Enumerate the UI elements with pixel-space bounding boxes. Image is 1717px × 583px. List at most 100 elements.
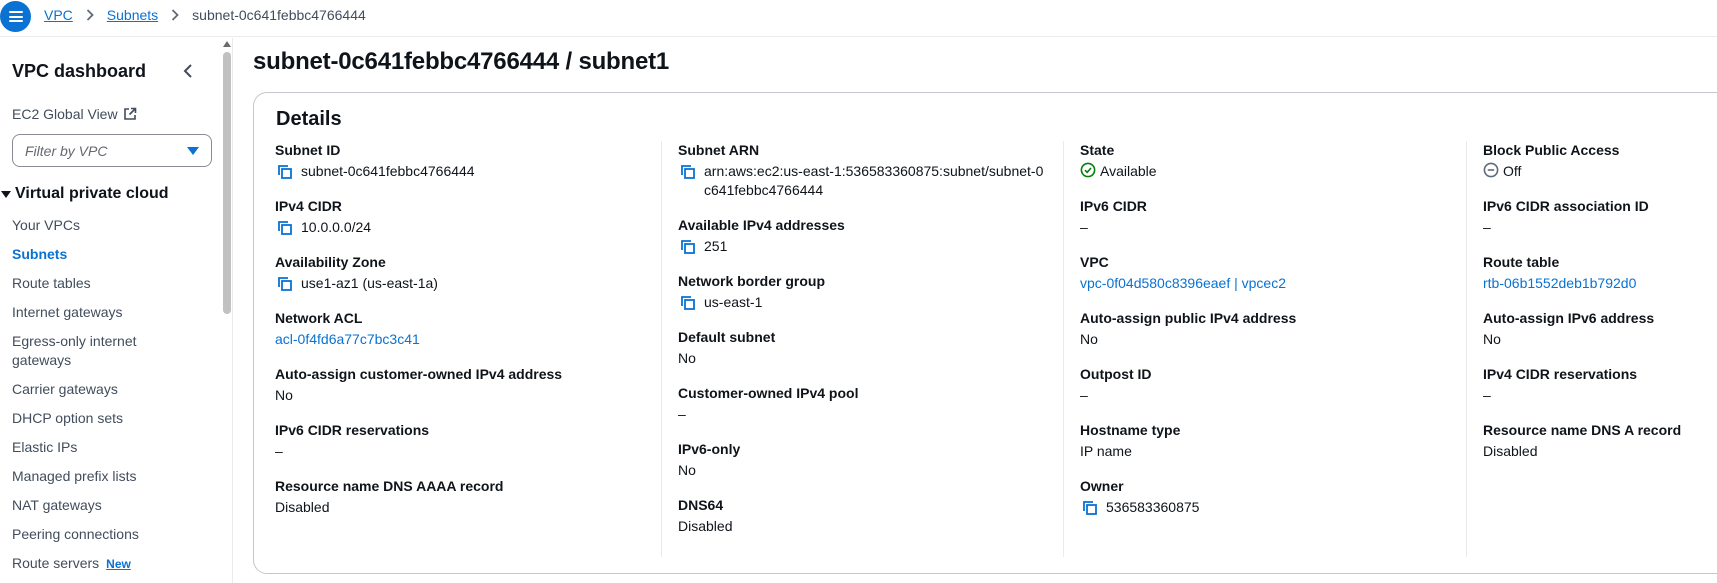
- field-route-table: Route table rtb-06b1552deb1b792d0: [1483, 253, 1717, 293]
- field-label: Owner: [1080, 478, 1124, 494]
- field-value: No: [1080, 331, 1098, 347]
- sidebar-title[interactable]: VPC dashboard: [12, 61, 146, 82]
- field-dns-aaaa-record: Resource name DNS AAAA record Disabled: [275, 477, 655, 517]
- field-label: State: [1080, 142, 1115, 158]
- sidebar-item-egress-only-internet-gateways[interactable]: Egress-only internet gateways: [12, 332, 162, 370]
- copy-icon[interactable]: [275, 162, 295, 181]
- details-column-2: Subnet ARN arn:aws:ec2:us-east-1:5365833…: [678, 141, 1058, 552]
- field-value: –: [1483, 387, 1491, 403]
- field-value: Off: [1483, 162, 1717, 181]
- field-ipv4-cidr-reservations: IPv4 CIDR reservations –: [1483, 365, 1717, 405]
- field-label: IPv4 CIDR reservations: [1483, 366, 1638, 382]
- column-divider: [661, 141, 662, 557]
- network-border-group-value: us-east-1: [704, 294, 763, 310]
- field-value: Disabled: [1483, 443, 1538, 459]
- field-owner: Owner 536583360875: [1080, 477, 1460, 517]
- field-dns64: DNS64 Disabled: [678, 496, 1058, 536]
- external-link-icon: [123, 107, 137, 121]
- sidebar-item-nat-gateways[interactable]: NAT gateways: [12, 496, 217, 515]
- sidebar-item-your-vpcs[interactable]: Your VPCs: [12, 216, 217, 235]
- field-label: Auto-assign public IPv4 address: [1080, 310, 1297, 326]
- sidebar-item-dhcp-option-sets[interactable]: DHCP option sets: [12, 409, 217, 428]
- field-ipv6-cidr-reservations: IPv6 CIDR reservations –: [275, 421, 655, 461]
- field-value: –: [678, 406, 686, 422]
- ipv4-cidr-value: 10.0.0.0/24: [301, 219, 372, 235]
- field-subnet-id: Subnet ID subnet-0c641febbc4766444: [275, 141, 655, 181]
- field-ipv6-only: IPv6-only No: [678, 440, 1058, 480]
- sidebar-item-subnets[interactable]: Subnets: [12, 245, 217, 264]
- breadcrumb: VPC Subnets subnet-0c641febbc4766444: [44, 7, 366, 23]
- details-column-1: Subnet ID subnet-0c641febbc4766444 IPv4 …: [275, 141, 655, 533]
- sidebar: VPC dashboard EC2 Global View Filter by …: [0, 38, 233, 583]
- field-value: –: [275, 443, 283, 459]
- field-auto-assign-public-ipv4: Auto-assign public IPv4 address No: [1080, 309, 1460, 349]
- field-label: Subnet ID: [275, 142, 341, 158]
- sidebar-item-carrier-gateways[interactable]: Carrier gateways: [12, 380, 217, 399]
- ec2-global-view-label: EC2 Global View: [12, 106, 118, 122]
- available-ipv4-value: 251: [704, 238, 728, 254]
- field-ipv6-cidr: IPv6 CIDR –: [1080, 197, 1460, 237]
- field-label: IPv6 CIDR reservations: [275, 422, 430, 438]
- field-availability-zone: Availability Zone use1-az1 (us-east-1a): [275, 253, 655, 293]
- field-network-acl: Network ACL acl-0f4fd6a77c7bc3c41: [275, 309, 655, 349]
- field-label: Auto-assign customer-owned IPv4 address: [275, 366, 563, 382]
- copy-icon[interactable]: [678, 293, 698, 312]
- field-label: Default subnet: [678, 329, 776, 345]
- breadcrumb-vpc[interactable]: VPC: [44, 7, 73, 23]
- copy-icon[interactable]: [275, 274, 295, 293]
- scrollbar-thumb[interactable]: [223, 52, 231, 314]
- sidebar-item-managed-prefix-lists[interactable]: Managed prefix lists: [12, 467, 217, 486]
- field-label: Resource name DNS AAAA record: [275, 478, 504, 494]
- breadcrumb-subnets[interactable]: Subnets: [107, 7, 158, 23]
- details-column-4: Block Public Access Off IPv6 CIDR associ…: [1483, 141, 1717, 477]
- vpc-link[interactable]: vpc-0f04d580c8396eaef | vpcec2: [1080, 274, 1460, 293]
- section-virtual-private-cloud[interactable]: Virtual private cloud: [0, 185, 169, 203]
- copy-icon[interactable]: [678, 162, 698, 181]
- field-label: Outpost ID: [1080, 366, 1152, 382]
- field-value: Available: [1080, 162, 1460, 181]
- sidebar-collapse-button[interactable]: [178, 60, 198, 82]
- sidebar-item-route-servers[interactable]: Route servers New: [12, 554, 217, 574]
- field-label: Network ACL: [275, 310, 363, 326]
- field-vpc: VPC vpc-0f04d580c8396eaef | vpcec2: [1080, 253, 1460, 293]
- status-success-icon: [1080, 162, 1096, 178]
- ec2-global-view-link[interactable]: EC2 Global View: [12, 106, 137, 122]
- sidebar-item-internet-gateways[interactable]: Internet gateways: [12, 303, 217, 322]
- field-label: Network border group: [678, 273, 826, 289]
- field-value: Disabled: [275, 499, 330, 515]
- copy-icon[interactable]: [275, 218, 295, 237]
- field-hostname-type: Hostname type IP name: [1080, 421, 1460, 461]
- scroll-up-icon[interactable]: [223, 41, 231, 47]
- field-value: No: [678, 462, 696, 478]
- sidebar-scrollbar[interactable]: [221, 38, 232, 583]
- field-value: –: [1080, 219, 1088, 235]
- copy-icon[interactable]: [678, 237, 698, 256]
- field-value: –: [1080, 387, 1088, 403]
- column-divider: [1466, 141, 1467, 557]
- availability-zone-value: use1-az1 (us-east-1a): [301, 275, 438, 291]
- sidebar-item-peering-connections[interactable]: Peering connections: [12, 525, 217, 544]
- field-value: 536583360875: [1080, 498, 1460, 517]
- route-table-link[interactable]: rtb-06b1552deb1b792d0: [1483, 274, 1717, 293]
- field-ipv6-cidr-association-id: IPv6 CIDR association ID –: [1483, 197, 1717, 237]
- copy-icon[interactable]: [1080, 498, 1100, 517]
- menu-button[interactable]: [0, 1, 31, 32]
- field-value: 251: [678, 237, 1058, 256]
- field-label: Block Public Access: [1483, 142, 1620, 158]
- top-breadcrumb-bar: VPC Subnets subnet-0c641febbc4766444: [0, 0, 1717, 37]
- field-auto-assign-customer-ipv4: Auto-assign customer-owned IPv4 address …: [275, 365, 655, 405]
- sidebar-item-route-tables[interactable]: Route tables: [12, 274, 217, 293]
- chevron-right-icon: [171, 9, 179, 21]
- field-default-subnet: Default subnet No: [678, 328, 1058, 368]
- field-value: arn:aws:ec2:us-east-1:536583360875:subne…: [678, 162, 1058, 200]
- filter-by-vpc-select[interactable]: Filter by VPC: [12, 134, 212, 167]
- field-value: Disabled: [678, 518, 733, 534]
- field-value: use1-az1 (us-east-1a): [275, 274, 655, 293]
- field-value: us-east-1: [678, 293, 1058, 312]
- subnet-id-value: subnet-0c641febbc4766444: [301, 163, 475, 179]
- network-acl-link[interactable]: acl-0f4fd6a77c7bc3c41: [275, 330, 655, 349]
- sidebar-item-elastic-ips[interactable]: Elastic IPs: [12, 438, 217, 457]
- field-value: IP name: [1080, 443, 1132, 459]
- new-badge: New: [106, 557, 131, 571]
- subnet-arn-value: arn:aws:ec2:us-east-1:536583360875:subne…: [704, 163, 1044, 198]
